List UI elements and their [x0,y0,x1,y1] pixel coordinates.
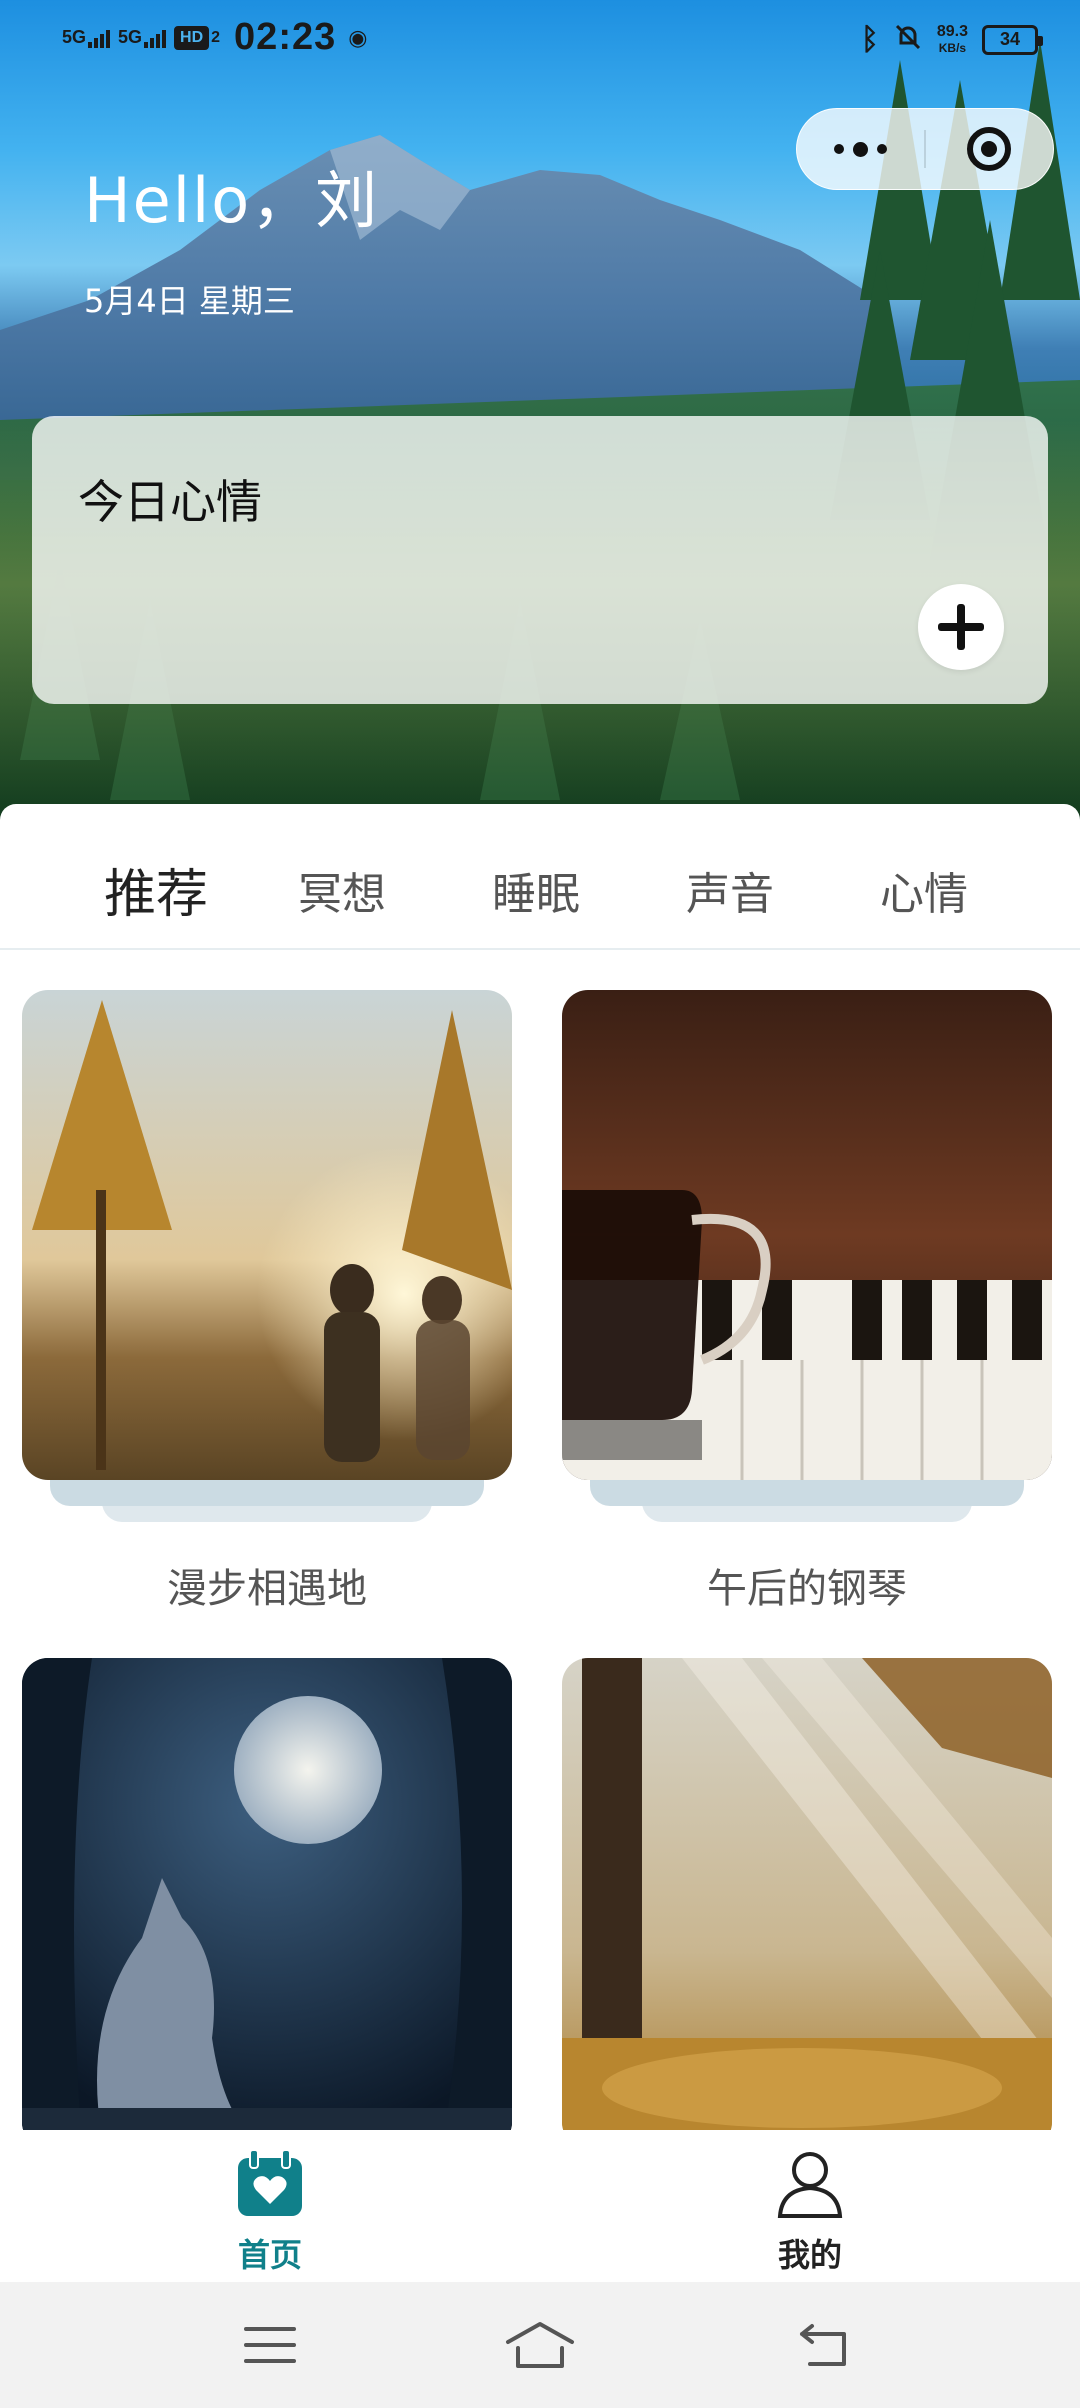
card-image-couple-walking [22,990,512,1480]
plus-icon [938,604,984,650]
bottom-tab-bar: 首页 我的 [0,2130,1080,2282]
card-image-cat-moon [22,1658,512,2148]
content-card[interactable] [562,1658,1052,2148]
home-icon[interactable] [480,2312,600,2378]
mood-card[interactable]: 今日心情 [32,416,1048,704]
system-navigation-bar [0,2282,1080,2408]
user-icon [777,2152,843,2218]
content-card[interactable]: 午后的钢琴 [562,990,1052,1612]
bluetooth-icon: ᛒ [860,22,879,56]
calendar-heart-icon [238,2149,302,2216]
mini-program-capsule [796,108,1054,190]
date-text: 5月4日 星期三 [84,282,295,320]
tab-mood[interactable]: 心情 [880,858,968,922]
tab-home[interactable]: 首页 [170,2148,370,2276]
cell-signal-icon: 5G [118,27,167,48]
category-tabs: 推荐 冥想 睡眠 声音 心情 [0,804,1080,950]
net-speed: 89.3 KB/s [936,22,968,55]
card-title: 午后的钢琴 [707,1566,907,1612]
hotspot-icon: ◉ [348,24,368,50]
hd-voice-icon: HD [174,25,210,50]
tab-mine-label: 我的 [777,2236,842,2274]
cell-signal-icon: 5G [62,27,111,48]
card-image-coffee-piano [562,990,1052,1480]
close-target-icon[interactable] [926,108,1053,190]
card-title: 漫步相遇地 [167,1566,367,1612]
content-card[interactable]: 漫步相遇地 [22,990,512,1612]
mute-bell-icon [893,22,923,57]
content-card[interactable] [22,1658,512,2148]
more-icon[interactable] [797,108,924,190]
battery-icon: 34 [982,24,1043,55]
status-bar: 5G 5G HD 2 02:23 ◉ ᛒ 89.3 KB/s 34 [0,0,1080,82]
tab-meditation[interactable]: 冥想 [298,858,386,922]
status-time: 02:23 [234,16,337,58]
tab-sound[interactable]: 声音 [686,858,774,922]
back-icon[interactable] [764,2312,884,2378]
greeting-title: Hello，刘 [84,164,380,237]
tab-mine[interactable]: 我的 [710,2148,910,2276]
add-mood-button[interactable] [918,584,1004,670]
tab-home-label: 首页 [237,2236,302,2274]
card-image-sunbeam-forest [562,1658,1052,2148]
mood-card-title: 今日心情 [78,475,262,529]
tab-sleep[interactable]: 睡眠 [492,858,580,922]
tab-recommend[interactable]: 推荐 [104,852,208,927]
menu-icon[interactable] [210,2312,330,2378]
